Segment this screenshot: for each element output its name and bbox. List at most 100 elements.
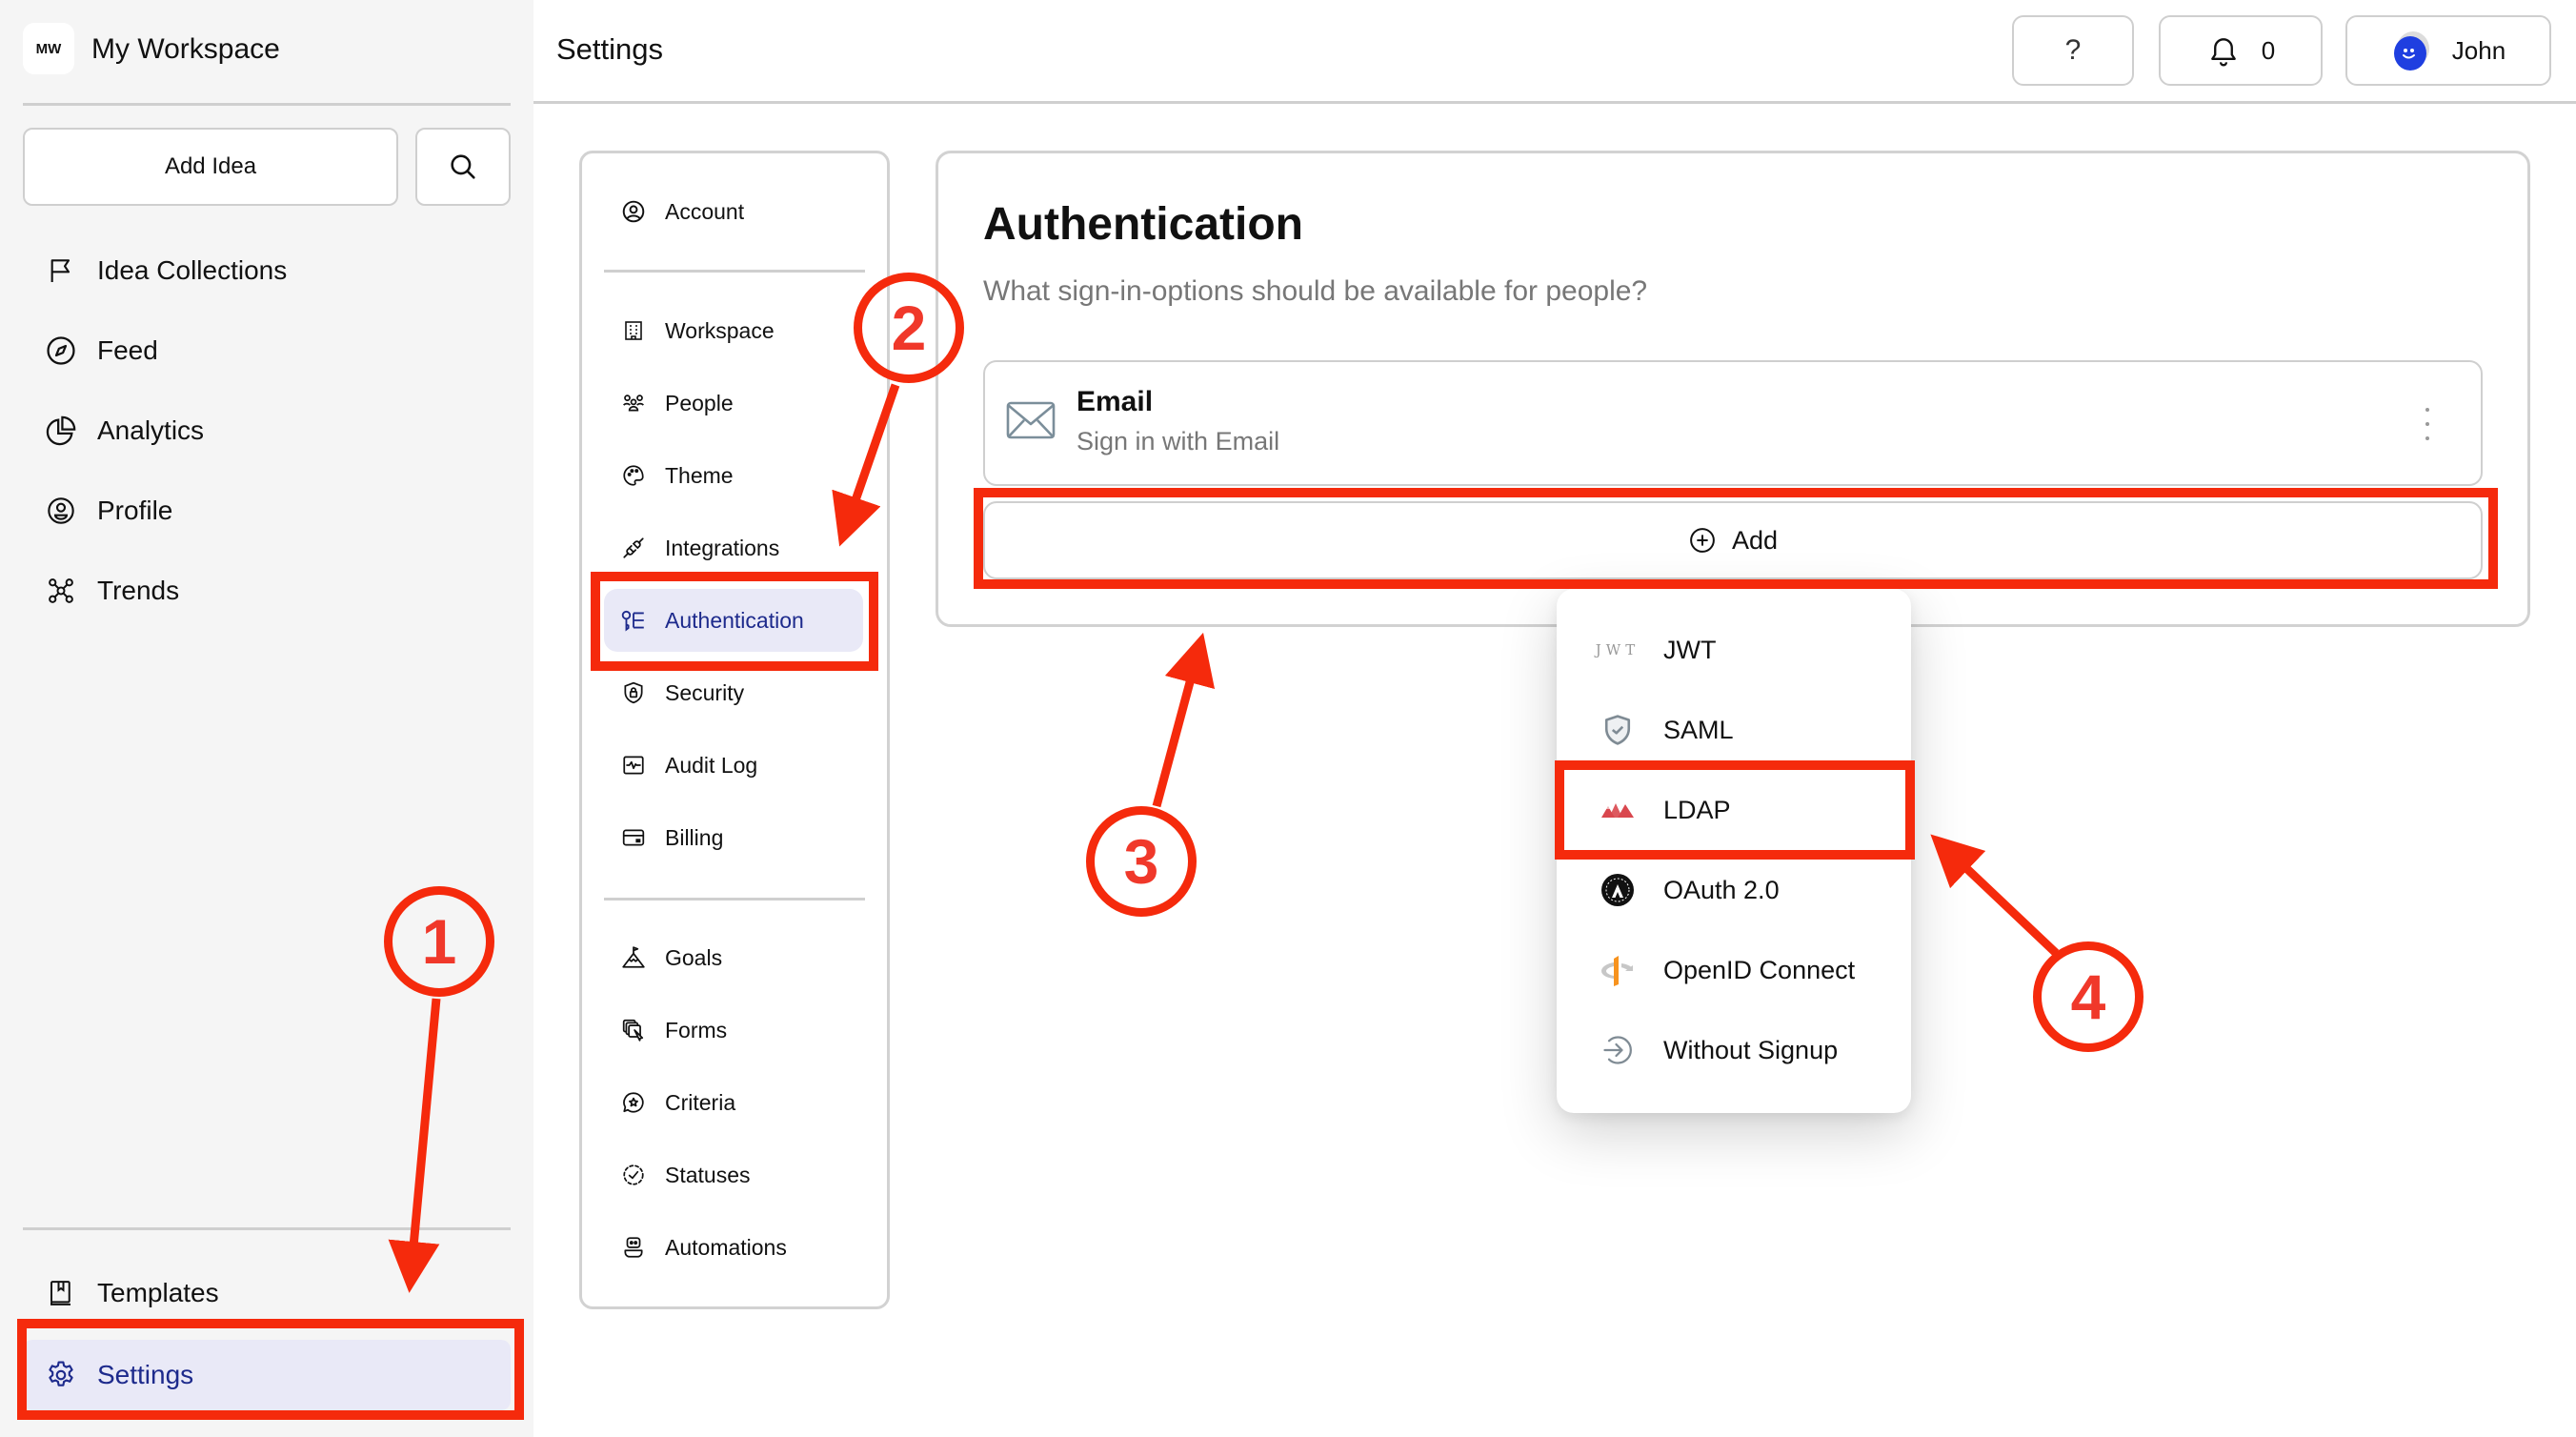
settings-nav-account[interactable]: Account bbox=[594, 180, 873, 243]
settings-nav-billing[interactable]: Billing bbox=[594, 806, 873, 869]
notifications-count: 0 bbox=[2261, 35, 2276, 65]
palette-icon bbox=[619, 461, 648, 490]
dropdown-option-openid[interactable]: OpenID Connect bbox=[1557, 930, 1911, 1010]
openid-icon bbox=[1597, 949, 1639, 991]
sidebar-divider bbox=[23, 103, 511, 106]
dropdown-option-label: OAuth 2.0 bbox=[1663, 875, 1780, 904]
settings-nav-audit-log[interactable]: Audit Log bbox=[594, 734, 873, 797]
topbar-divider bbox=[533, 101, 2576, 104]
flag-icon bbox=[44, 253, 78, 288]
sidebar bbox=[0, 0, 533, 1437]
settings-nav-label: Statuses bbox=[665, 1162, 751, 1187]
pie-chart-icon bbox=[44, 414, 78, 448]
settings-nav-label: Billing bbox=[665, 824, 724, 850]
settings-nav-theme[interactable]: Theme bbox=[594, 444, 873, 507]
user-circle-icon bbox=[619, 197, 648, 226]
activity-icon bbox=[619, 751, 648, 779]
settings-nav-label: Automations bbox=[665, 1234, 787, 1260]
kebab-menu-icon[interactable] bbox=[2416, 408, 2439, 440]
user-menu-button[interactable]: John bbox=[2345, 15, 2551, 86]
settings-nav-workspace[interactable]: Workspace bbox=[594, 299, 873, 362]
book-icon bbox=[44, 1276, 78, 1310]
dropdown-option-without-signup[interactable]: Without Signup bbox=[1557, 1010, 1911, 1090]
page-title: Settings bbox=[556, 32, 664, 66]
settings-nav-divider bbox=[604, 270, 865, 273]
sidebar-item-label: Feed bbox=[97, 335, 158, 365]
robot-icon bbox=[619, 1233, 648, 1262]
sidebar-item-label: Idea Collections bbox=[97, 255, 288, 285]
forms-icon bbox=[619, 1016, 648, 1044]
annotation-box-settings bbox=[17, 1319, 524, 1420]
annotation-arrow-3 bbox=[1152, 632, 1216, 808]
settings-nav-label: Goals bbox=[665, 944, 723, 970]
dashed-check-icon bbox=[619, 1161, 648, 1189]
workspace-name[interactable]: My Workspace bbox=[91, 29, 280, 71]
dropdown-option-saml[interactable]: SAML bbox=[1557, 690, 1911, 770]
shield-check-icon bbox=[1597, 709, 1639, 751]
dropdown-option-label: Without Signup bbox=[1663, 1035, 1839, 1064]
search-button[interactable] bbox=[415, 128, 511, 206]
dropdown-option-label: OpenID Connect bbox=[1663, 955, 1856, 984]
sidebar-item-label: Profile bbox=[97, 496, 173, 525]
auth-method-description: Sign in with Email bbox=[1077, 427, 1280, 455]
sidebar-item-idea-collections[interactable]: Idea Collections bbox=[23, 237, 511, 304]
settings-nav-label: Account bbox=[665, 198, 745, 224]
settings-nav-criteria[interactable]: Criteria bbox=[594, 1071, 873, 1134]
notifications-button[interactable]: 0 bbox=[2159, 15, 2323, 86]
settings-nav-people[interactable]: People bbox=[594, 372, 873, 435]
settings-nav-label: Integrations bbox=[665, 535, 780, 560]
envelope-icon bbox=[1006, 400, 1056, 440]
sidebar-item-analytics[interactable]: Analytics bbox=[23, 397, 511, 464]
sidebar-item-label: Templates bbox=[97, 1278, 219, 1307]
sidebar-item-label: Trends bbox=[97, 576, 180, 605]
network-icon bbox=[44, 574, 78, 608]
add-idea-button[interactable]: Add Idea bbox=[23, 128, 398, 206]
sidebar-item-label: Analytics bbox=[97, 415, 205, 445]
workspace-logo[interactable]: MW bbox=[23, 23, 74, 74]
settings-nav-goals[interactable]: Goals bbox=[594, 926, 873, 989]
sidebar-item-templates[interactable]: Templates bbox=[23, 1260, 511, 1326]
credit-card-icon bbox=[619, 823, 648, 852]
settings-nav-label: Workspace bbox=[665, 317, 775, 343]
auth-method-title: Email bbox=[1077, 386, 1154, 417]
help-button[interactable]: ? bbox=[2012, 15, 2134, 86]
user-circle-icon bbox=[44, 494, 78, 528]
settings-nav-forms[interactable]: Forms bbox=[594, 999, 873, 1062]
help-icon: ? bbox=[2064, 34, 2082, 66]
oauth-icon bbox=[1597, 869, 1639, 911]
settings-nav-statuses[interactable]: Statuses bbox=[594, 1144, 873, 1206]
shield-lock-icon bbox=[619, 678, 648, 707]
building-icon bbox=[619, 316, 648, 345]
annotation-step-3: 3 bbox=[1086, 806, 1197, 917]
annotation-step-4: 4 bbox=[2033, 941, 2143, 1052]
people-icon bbox=[619, 389, 648, 417]
annotation-box-ldap bbox=[1555, 760, 1915, 860]
annotation-box-add bbox=[974, 488, 2498, 589]
annotation-step-1: 1 bbox=[384, 886, 494, 997]
sidebar-item-trends[interactable]: Trends bbox=[23, 557, 511, 624]
jwt-icon: JWT bbox=[1595, 641, 1640, 658]
settings-nav-label: Theme bbox=[665, 462, 734, 488]
plug-icon bbox=[619, 534, 648, 562]
settings-nav-automations[interactable]: Automations bbox=[594, 1216, 873, 1279]
star-bubble-icon bbox=[619, 1088, 648, 1117]
sidebar-item-profile[interactable]: Profile bbox=[23, 477, 511, 544]
section-subtitle: What sign-in-options should be available… bbox=[983, 275, 1648, 307]
dropdown-option-oauth[interactable]: OAuth 2.0 bbox=[1557, 850, 1911, 930]
sidebar-item-feed[interactable]: Feed bbox=[23, 317, 511, 384]
compass-icon bbox=[44, 334, 78, 368]
dropdown-option-label: JWT bbox=[1663, 635, 1717, 664]
settings-nav-integrations[interactable]: Integrations bbox=[594, 516, 873, 579]
bell-icon bbox=[2206, 32, 2241, 69]
settings-nav-label: Forms bbox=[665, 1017, 728, 1042]
settings-nav-divider bbox=[604, 898, 865, 901]
search-icon bbox=[447, 151, 479, 183]
settings-nav-label: Criteria bbox=[665, 1089, 736, 1115]
dropdown-option-jwt[interactable]: JWT JWT bbox=[1557, 610, 1911, 690]
settings-nav-label: People bbox=[665, 390, 734, 415]
annotation-arrow-4 bbox=[1930, 834, 2060, 957]
annotation-box-authentication bbox=[591, 572, 878, 671]
sidebar-divider bbox=[23, 1227, 511, 1230]
mountain-flag-icon bbox=[619, 943, 648, 972]
sign-in-arrow-icon bbox=[1597, 1029, 1639, 1071]
